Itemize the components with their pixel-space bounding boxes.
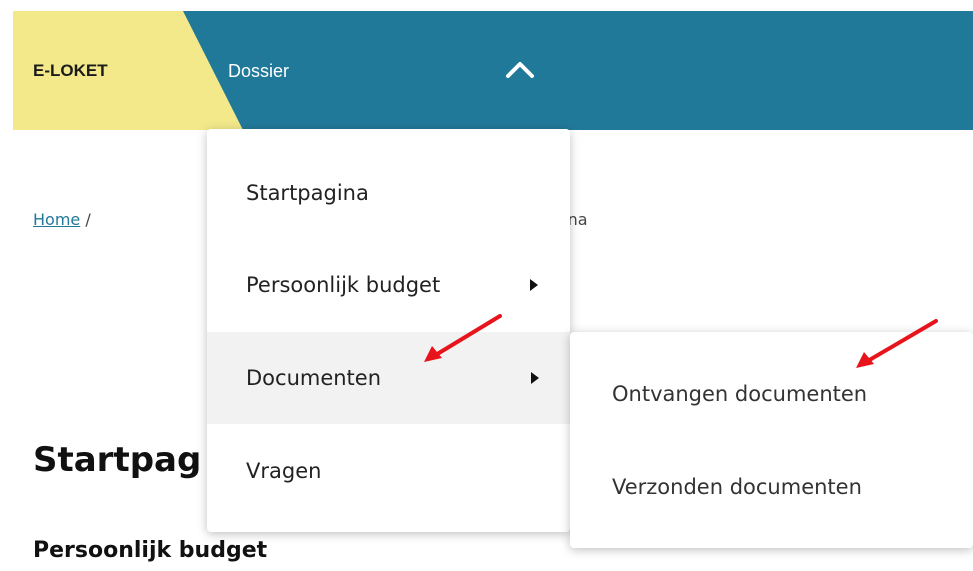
nav-link-dossier[interactable]: Dossier — [228, 61, 289, 82]
dossier-dropdown-menu: Startpagina Persoonlijk budget Documente… — [207, 129, 570, 532]
top-navigation: E-LOKET Dossier — [13, 11, 973, 130]
menu-item-label: Startpagina — [246, 181, 369, 205]
menu-item-persoonlijk-budget[interactable]: Persoonlijk budget — [207, 239, 570, 331]
section-title: Persoonlijk budget — [33, 538, 268, 563]
menu-item-label: Persoonlijk budget — [246, 273, 441, 297]
submenu-item-verzonden-documenten[interactable]: Verzonden documenten — [612, 475, 862, 499]
caret-right-icon — [530, 279, 538, 291]
brand-label[interactable]: E-LOKET — [33, 61, 108, 81]
chevron-up-icon[interactable] — [503, 53, 537, 87]
breadcrumb-home-link[interactable]: Home — [33, 210, 80, 229]
breadcrumb-separator: / — [85, 210, 91, 229]
caret-right-icon — [531, 372, 539, 384]
annotation-arrow-icon — [856, 319, 938, 368]
menu-item-label: Documenten — [246, 366, 382, 390]
menu-item-label: Vragen — [246, 459, 322, 483]
page-title: Startpag — [33, 440, 202, 480]
annotation-arrow-icon — [424, 314, 502, 362]
submenu-item-ontvangen-documenten[interactable]: Ontvangen documenten — [612, 382, 867, 406]
menu-item-documenten[interactable]: Documenten — [207, 332, 570, 424]
breadcrumb: Home / — [33, 210, 91, 229]
menu-item-startpagina[interactable]: Startpagina — [207, 147, 570, 239]
menu-item-vragen[interactable]: Vragen — [207, 425, 570, 517]
